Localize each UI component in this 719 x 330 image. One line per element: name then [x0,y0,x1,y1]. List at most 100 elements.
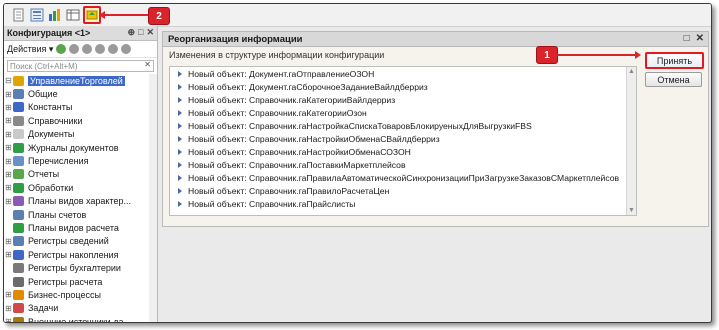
expand-toggle-icon[interactable]: ⊞ [4,183,13,192]
tree-item[interactable]: ⊞ Бизнес-процессы [4,288,157,301]
expand-arrow-icon[interactable] [178,201,182,208]
list-item[interactable]: Новый объект: Справочник.гаКатегорииОзон [170,106,636,119]
changes-list[interactable]: Новый объект: Документ.гаОтправлениеОЗОН… [169,66,637,216]
tree-item-label: Планы счетов [28,209,87,220]
list-item[interactable]: Новый объект: Справочник.гаНастройкаСпис… [170,119,636,132]
tree-item[interactable]: ⊞ Задачи [4,302,157,315]
expand-toggle-icon[interactable]: ⊞ [4,290,13,299]
expand-toggle-icon[interactable]: ⊞ [4,170,13,179]
configuration-icon[interactable] [47,7,63,23]
tree-scrollbar[interactable] [149,74,157,322]
expand-toggle-icon[interactable]: ⊟ [4,76,13,85]
expand-toggle-icon[interactable]: ⊞ [4,157,13,166]
tree-item-label: Планы видов характер... [28,196,131,207]
expand-arrow-icon[interactable] [178,83,182,90]
expand-arrow-icon[interactable] [178,70,182,77]
app-frame: 2 Конфигурация <1> ⊕ □ ✕ Действия ▾ Поис… [3,3,712,323]
expand-arrow-icon[interactable] [178,188,182,195]
scroll-up-icon[interactable]: ▲ [628,68,635,75]
list-item[interactable]: Новый объект: Справочник.гаПрайслисты [170,198,636,211]
document-icon[interactable] [11,7,27,23]
list-item[interactable]: Новый объект: Документ.гаОтправлениеОЗОН [170,67,636,80]
expand-arrow-icon[interactable] [178,96,182,103]
tree-item[interactable]: ⊞ Константы [4,101,157,114]
expand-arrow-icon[interactable] [178,175,182,182]
tree-item[interactable]: ⊞ Журналы документов [4,141,157,154]
cancel-button[interactable]: Отмена [645,72,702,87]
expand-arrow-icon[interactable] [178,136,182,143]
external-sources-icon [13,316,24,322]
expand-toggle-icon[interactable]: ⊞ [4,197,13,206]
tree-item-label: Регистры сведений [28,236,109,247]
expand-toggle-icon[interactable]: ⊞ [4,90,13,99]
config-root-icon [13,75,24,86]
edit-icon[interactable] [69,44,80,54]
move-down-icon[interactable] [121,44,132,54]
tree-item-label: Отчеты [28,169,60,180]
tree-item-label: Бизнес-процессы [28,289,101,300]
copy-icon[interactable] [95,44,106,54]
expand-toggle-icon[interactable]: ⊞ [4,317,13,322]
tree-item[interactable]: ⊞ Общие [4,87,157,100]
accounting-registers-icon [13,263,24,274]
tree-item[interactable]: Планы видов расчета [4,221,157,234]
tree-item-label: Журналы документов [28,142,119,153]
tree-item[interactable]: Регистры бухгалтерии [4,261,157,274]
pin-icon[interactable]: ⊕ [127,27,135,38]
tree-item[interactable]: ⊞ Регистры сведений [4,235,157,248]
list-item[interactable]: Новый объект: Справочник.гаПоставкиМарке… [170,159,636,172]
list-document-icon[interactable] [29,7,45,23]
window-maximize-icon[interactable]: □ [684,33,690,44]
window-close-icon[interactable]: ✕ [696,33,704,44]
tree-item[interactable]: ⊞ Планы видов характер... [4,195,157,208]
expand-arrow-icon[interactable] [178,109,182,116]
list-item[interactable]: Новый объект: Справочник.гаПравилоРасчет… [170,185,636,198]
list-item-text: Новый объект: Документ.гаОтправлениеОЗОН [188,68,375,79]
tree-item[interactable]: ⊟ УправлениеТорговлей [4,74,157,87]
list-item[interactable]: Новый объект: Справочник.гаНастройкиОбме… [170,146,636,159]
tree-item[interactable]: Планы счетов [4,208,157,221]
expand-arrow-icon[interactable] [178,162,182,169]
list-item-text: Новый объект: Справочник.гаНастройкаСпис… [188,120,532,131]
list-item-text: Новый объект: Справочник.гаНастройкиОбме… [188,134,440,145]
scroll-down-icon[interactable]: ▼ [628,207,635,214]
tree-item[interactable]: ⊞ Отчеты [4,168,157,181]
callout-1-arrow [635,51,641,59]
chart-of-accounts-icon [13,209,24,220]
panel-title-bar: Конфигурация <1> ⊕ □ ✕ [4,26,157,41]
expand-arrow-icon[interactable] [178,149,182,156]
expand-toggle-icon[interactable]: ⊞ [4,304,13,313]
tree-item[interactable]: ⊞ Документы [4,128,157,141]
search-input[interactable]: Поиск (Ctrl+Alt+M) ✕ [7,60,154,72]
expand-toggle-icon[interactable]: ⊞ [4,250,13,259]
add-icon[interactable] [56,44,67,54]
window-title: Реорганизация информации [168,33,303,45]
expand-toggle-icon[interactable]: ⊞ [4,143,13,152]
list-item[interactable]: Новый объект: Справочник.гаНастройкиОбме… [170,132,636,145]
tree-item-label: Документы [28,129,75,140]
expand-toggle-icon[interactable]: ⊞ [4,237,13,246]
move-up-icon[interactable] [108,44,119,54]
delete-icon[interactable] [82,44,93,54]
list-item[interactable]: Новый объект: Документ.гаСборочноеЗадани… [170,80,636,93]
expand-toggle-icon[interactable]: ⊞ [4,103,13,112]
list-scrollbar[interactable]: ▲ ▼ [626,67,636,215]
maximize-icon[interactable]: □ [138,27,143,38]
tree-item[interactable]: ⊞ Обработки [4,181,157,194]
tree-item[interactable]: ⊞ Перечисления [4,154,157,167]
list-item[interactable]: Новый объект: Справочник.гаПравилаАвтома… [170,172,636,185]
expand-toggle-icon[interactable]: ⊞ [4,130,13,139]
expand-toggle-icon[interactable]: ⊞ [4,116,13,125]
tree-item[interactable]: ⊞ Внешние источники да... [4,315,157,322]
clear-search-icon[interactable]: ✕ [144,60,151,69]
tree-item[interactable]: Регистры расчета [4,275,157,288]
table-icon[interactable] [65,7,81,23]
list-item-text: Новый объект: Справочник.гаПравилоРасчет… [188,186,390,197]
tree-item[interactable]: ⊞ Регистры накопления [4,248,157,261]
list-item[interactable]: Новый объект: Справочник.гаКатегорииВайл… [170,93,636,106]
accept-button[interactable]: Принять [645,52,704,69]
close-icon[interactable]: ✕ [146,27,154,38]
actions-menu[interactable]: Действия ▾ [7,44,53,55]
expand-arrow-icon[interactable] [178,122,182,129]
tree-item[interactable]: ⊞ Справочники [4,114,157,127]
